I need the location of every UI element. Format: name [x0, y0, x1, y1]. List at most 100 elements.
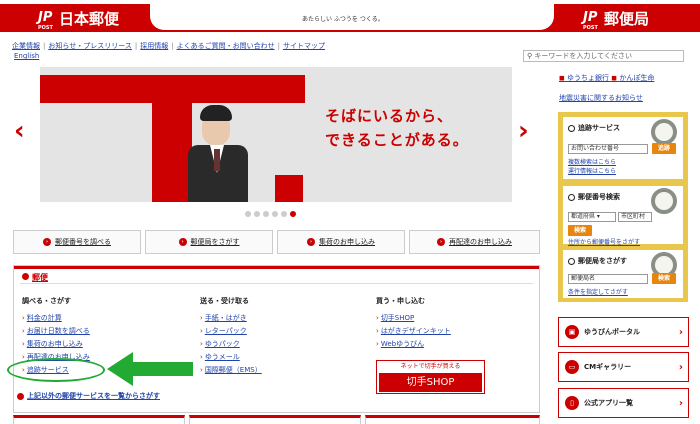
hero-copy-line2: できることがある。 [325, 131, 469, 149]
site-header: JP POST 日本郵便 あたらしい ふつうを つくる。 JP POST 郵便局 [0, 0, 700, 34]
stamp-banner-caption: ネットで切手が買える [400, 363, 461, 370]
util-link-sitemap[interactable]: サイトマップ [283, 42, 325, 50]
panel-top-line [14, 266, 539, 269]
carousel-dot[interactable] [272, 211, 278, 217]
phone-icon: ▯ [565, 396, 579, 410]
office-conditions-link[interactable]: 条件を指定してさがす [568, 287, 628, 296]
util-link-company[interactable]: 企業情報 [12, 42, 40, 50]
english-link[interactable]: English [14, 52, 39, 60]
arrow-circle-icon: › [178, 238, 187, 246]
section-title-text: 郵便 [32, 273, 48, 282]
zipcode-search-button[interactable]: 検索 [568, 225, 592, 236]
button-label: 郵便局をさがす [190, 238, 240, 246]
logo-post-text: POST [583, 25, 598, 31]
link-yumail[interactable]: ゆうメール [200, 352, 240, 362]
column-heading-buy: 買う・申し込む [376, 297, 425, 305]
magnifier-icon [651, 119, 677, 145]
find-post-office-button[interactable]: › 郵便局をさがす [145, 230, 273, 254]
hero-copy-line1: そばにいるから、 [325, 107, 454, 125]
annotation-arrow-icon [107, 352, 193, 386]
button-label: 郵便番号を調べる [55, 238, 111, 246]
link-yupack[interactable]: ゆうパック [200, 339, 240, 349]
button-label: CMギャラリー [584, 363, 632, 371]
chevron-right-icon: › [678, 361, 683, 373]
link-letterpack[interactable]: レターパック [200, 326, 247, 336]
next-section-box [13, 415, 185, 424]
tracking-title: 追跡サービス [568, 123, 620, 133]
utility-nav: 企業情報 | お知らせ・プレスリリース | 採用情報 | よくあるご質問・お問い合わせ | サイ… [12, 42, 325, 50]
zipcode-search-button[interactable]: › 郵便番号を調べる [13, 230, 141, 254]
link-delivery-days[interactable]: お届け日数を調べる [22, 326, 90, 336]
hero-red-bar [152, 75, 192, 202]
util-link-faq[interactable]: よくあるご質問・お問い合わせ [177, 42, 275, 50]
arrow-circle-icon: › [43, 238, 51, 246]
redelivery-request-button[interactable]: › 再配達のお申し込み [409, 230, 540, 254]
chevron-right-icon: › [678, 397, 683, 409]
search-placeholder: キーワードを入力してください [534, 52, 632, 60]
link-yucho-bank[interactable]: ゆうちょ銀行 [567, 74, 609, 82]
arrow-circle-icon: › [437, 238, 445, 246]
util-link-recruit[interactable]: 採用情報 [140, 42, 168, 50]
button-label: 再配達のお申し込み [449, 238, 512, 246]
search-input[interactable]: ⚲ キーワードを入力してください [523, 50, 684, 62]
tagline: あたらしい ふつうを つくる。 [302, 16, 384, 23]
group-links: ◼ ゆうちょ銀行 ◼ かんぽ生命 [559, 74, 655, 82]
logo-post-text: POST [38, 25, 53, 31]
link-letters-postcards[interactable]: 手紙・はがき [200, 313, 247, 323]
yubin-portal-button[interactable]: ▣ ゆうびんポータル › [558, 317, 689, 347]
button-label: ゆうびんポータル [584, 328, 640, 336]
link-international-ems[interactable]: 国際郵便（EMS） [200, 365, 262, 375]
city-input[interactable]: 市区町村 [618, 212, 652, 222]
official-apps-button[interactable]: ▯ 公式アプリ一覧 › [558, 388, 689, 418]
zipcode-title: 郵便番号検索 [568, 192, 620, 202]
next-section-box [365, 415, 540, 424]
lock-icon: ▣ [565, 325, 579, 339]
cm-gallery-button[interactable]: ▭ CMギャラリー › [558, 352, 689, 382]
link-postage-calc[interactable]: 料金の計算 [22, 313, 62, 323]
tracking-status-link[interactable]: 運行情報はこちら [568, 166, 616, 175]
stamp-shop-banner[interactable]: ネットで切手が買える 切手SHOP [376, 360, 485, 394]
carousel-dots [245, 211, 296, 217]
hero-person-image [188, 103, 248, 202]
link-web-yubin[interactable]: Webゆうびん [376, 339, 424, 349]
post-office-name: 郵便局 [603, 10, 649, 28]
carousel-dot[interactable] [281, 211, 287, 217]
pickup-request-button[interactable]: › 集荷のお申し込み [277, 230, 405, 254]
office-search-box: 郵便局をさがす 郵便局名 検索 条件を指定してさがす [563, 250, 683, 298]
link-kampo-life[interactable]: かんぽ生命 [619, 74, 654, 82]
link-postcard-design-kit[interactable]: はがきデザインキット [376, 326, 451, 336]
tracking-multi-link[interactable]: 複数検索はこちら [568, 157, 616, 166]
link-stamp-shop[interactable]: 切手SHOP [376, 313, 414, 323]
japanpost-logo[interactable]: JP POST 日本郵便 [38, 6, 119, 31]
zip-from-address-link[interactable]: 住所から郵便番号をさがす [568, 237, 640, 246]
office-search-button[interactable]: 検索 [652, 273, 676, 284]
carousel-dot[interactable] [245, 211, 251, 217]
jp-logo-mark: JP [583, 10, 598, 25]
site-name: 日本郵便 [58, 10, 119, 28]
disaster-notice-link[interactable]: 地震災害に関するお知らせ [559, 93, 643, 103]
post-section-title[interactable]: 郵便 [22, 272, 48, 283]
link-pickup[interactable]: 集荷のお申し込み [22, 339, 83, 349]
annotation-highlight-oval [7, 358, 105, 382]
jp-logo-mark: JP [38, 10, 53, 25]
chevron-right-icon[interactable]: › [518, 116, 529, 146]
zipcode-box: 郵便番号検索 都道府県 ▾ 市区町村 検索 住所から郵便番号をさがす [563, 186, 683, 246]
carousel-dot[interactable] [254, 211, 260, 217]
hero-banner[interactable]: そばにいるから、 できることがある。 [40, 67, 512, 202]
button-label: 公式アプリ一覧 [584, 399, 633, 407]
all-services-link[interactable]: 上記以外の郵便サービスを一覧からさがす [17, 391, 160, 401]
magnifier-icon [651, 188, 677, 214]
office-name-input[interactable]: 郵便局名 [568, 274, 648, 284]
select-value: 都道府県 [571, 213, 596, 220]
tracking-number-input[interactable]: お問い合わせ番号 [568, 144, 648, 154]
button-label: 集荷のお申し込み [319, 238, 375, 246]
prefecture-select[interactable]: 都道府県 ▾ [568, 212, 616, 222]
office-search-title: 郵便局をさがす [568, 256, 627, 266]
carousel-dot[interactable] [263, 211, 269, 217]
tracking-button[interactable]: 追跡 [652, 143, 676, 154]
post-office-logo[interactable]: JP POST 郵便局 [583, 6, 649, 31]
chevron-left-icon[interactable]: ‹ [14, 116, 25, 146]
next-section-box [189, 415, 361, 424]
util-link-news[interactable]: お知らせ・プレスリリース [48, 42, 132, 50]
carousel-dot-active[interactable] [290, 211, 296, 217]
